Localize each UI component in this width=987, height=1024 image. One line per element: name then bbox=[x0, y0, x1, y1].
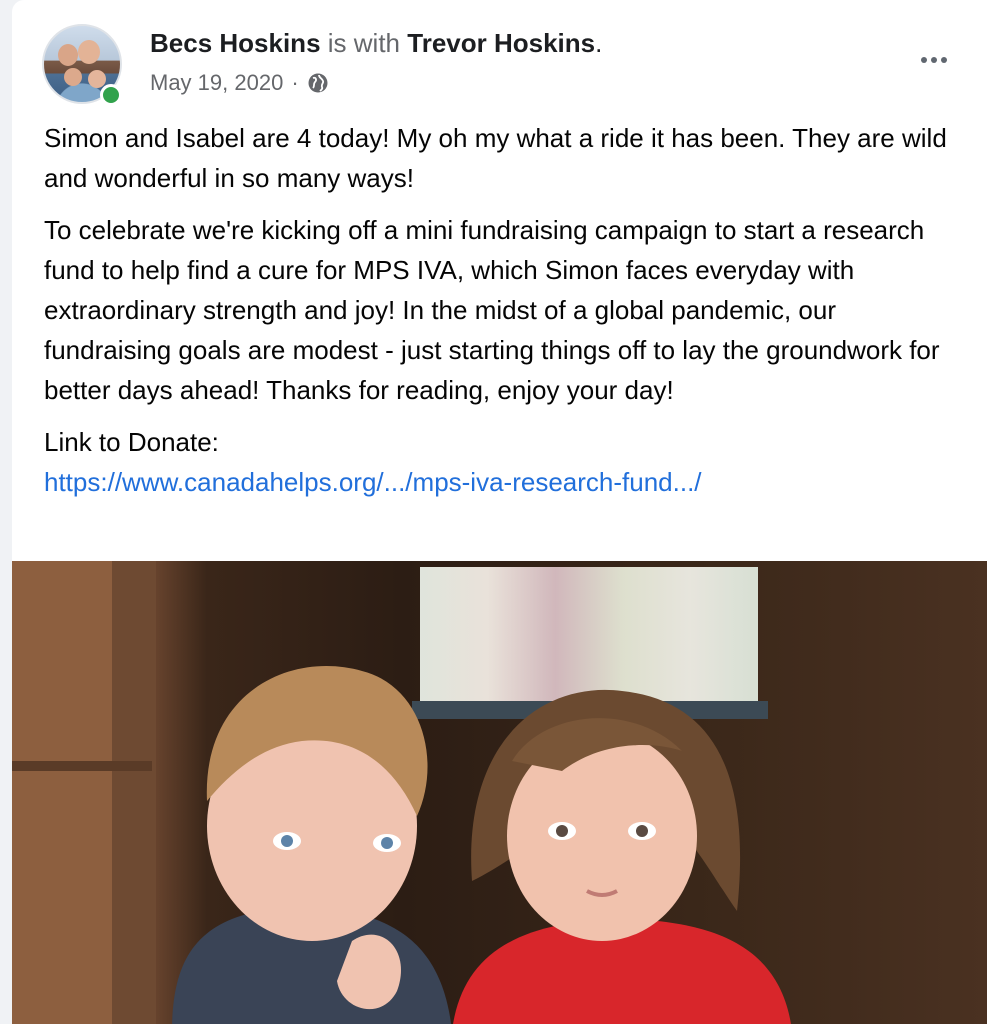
online-status-icon bbox=[100, 84, 122, 106]
boy-figure bbox=[172, 666, 451, 1024]
meta-separator: · bbox=[291, 70, 299, 95]
post-meta: May 19, 2020 · bbox=[150, 70, 329, 96]
post-header: Becs Hoskins is with Trevor Hoskins. May… bbox=[42, 22, 972, 106]
post-date[interactable]: May 19, 2020 bbox=[150, 70, 283, 96]
avatar[interactable] bbox=[42, 24, 122, 106]
post-photo[interactable] bbox=[12, 561, 987, 1024]
post-card: Becs Hoskins is with Trevor Hoskins. May… bbox=[12, 0, 987, 1024]
donate-link[interactable]: https://www.canadahelps.org/.../mps-iva-… bbox=[44, 467, 702, 497]
post-paragraph-1: Simon and Isabel are 4 today! My oh my w… bbox=[44, 123, 947, 193]
post-paragraph-2: To celebrate we're kicking off a mini fu… bbox=[44, 215, 940, 405]
more-options-icon[interactable] bbox=[914, 48, 954, 72]
author-line-period: . bbox=[595, 28, 603, 58]
tagged-person[interactable]: Trevor Hoskins bbox=[407, 28, 595, 58]
with-text: is with bbox=[327, 28, 401, 58]
donate-label: Link to Donate: bbox=[44, 427, 219, 457]
author-name[interactable]: Becs Hoskins bbox=[150, 28, 321, 58]
post-body: Simon and Isabel are 4 today! My oh my w… bbox=[44, 118, 969, 502]
girl-figure bbox=[453, 689, 791, 1024]
author-line: Becs Hoskins is with Trevor Hoskins. bbox=[150, 28, 602, 59]
globe-icon[interactable] bbox=[307, 72, 329, 94]
